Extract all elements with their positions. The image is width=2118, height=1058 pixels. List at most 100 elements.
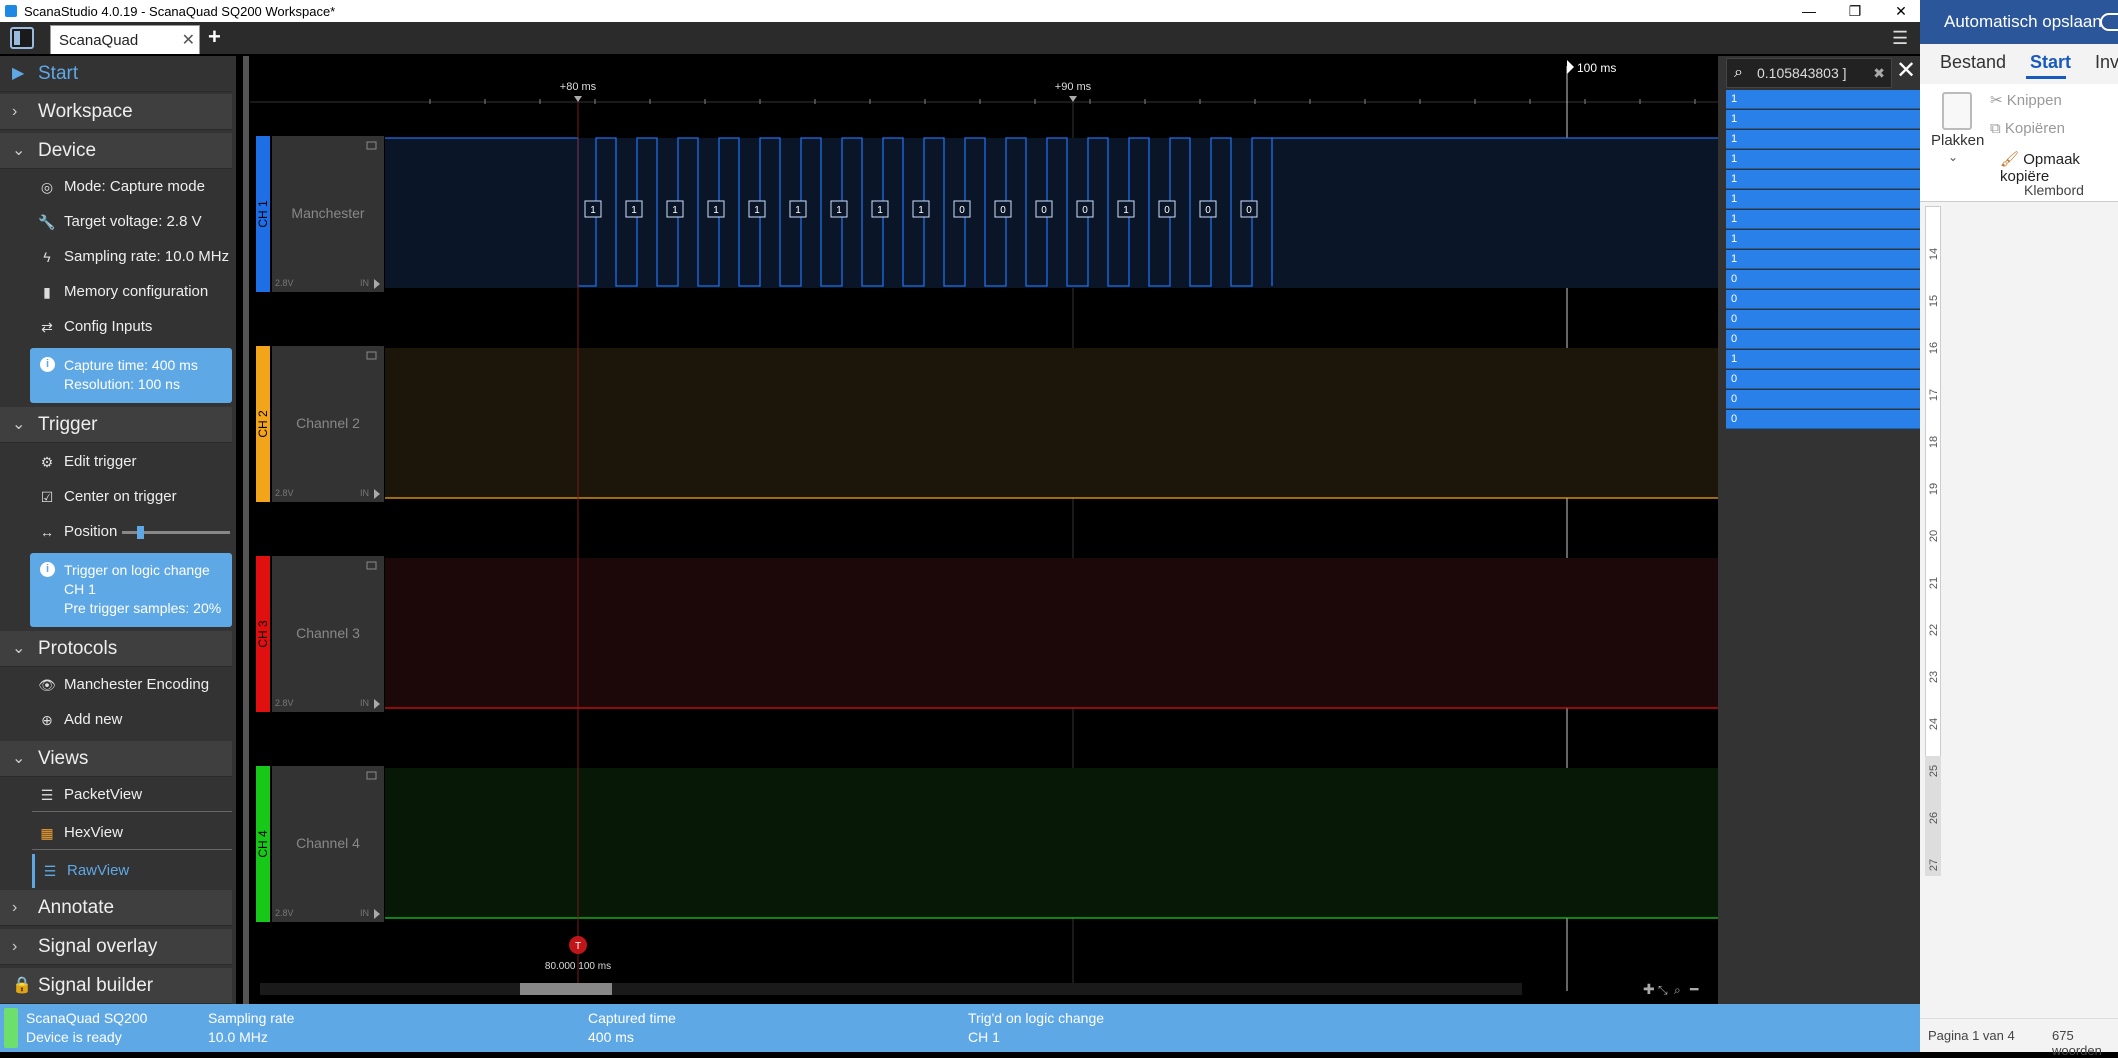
raw-row[interactable]: 1 [1726,210,1920,229]
decoded-bit-label: 0 [1041,205,1047,216]
scrollbar-thumb[interactable] [520,983,612,995]
maximize-button[interactable]: ❐ [1832,1,1878,21]
raw-row[interactable]: 0 [1726,290,1920,309]
decoded-bit-label: 1 [590,205,596,216]
waveform-canvas[interactable]: +80 ms +90 ms 100 ms CH 1 Manchester 2.8V IN CH… [250,56,1718,1004]
sampling-status: Sampling rate 10.0 MHz [208,1009,294,1047]
section-protocols[interactable]: ⌄ Protocols [0,631,232,667]
raw-row[interactable]: 1 [1726,150,1920,169]
ruler-number: 16 [1928,341,1940,355]
packet-view-item[interactable]: ☰ PacketView [32,778,232,812]
zoom-out-icon[interactable]: ━ [1689,982,1699,998]
minimize-button[interactable]: — [1786,1,1832,21]
center-on-trigger-item[interactable]: ☑ Center on trigger [32,480,232,514]
cursor-label: 100 ms [1577,61,1616,75]
word-count[interactable]: 675 woorden [2052,1028,2118,1058]
horizontal-scrollbar[interactable] [260,983,1522,995]
manchester-protocol-item[interactable]: 👁 Manchester Encoding [32,668,232,702]
section-label: Protocols [38,638,118,659]
device-mode-item[interactable]: ◎ Mode: Capture mode [32,170,232,204]
raw-row[interactable]: 0 [1726,270,1920,289]
tab-start[interactable]: Start [2030,52,2071,73]
raw-row[interactable]: 1 [1726,110,1920,129]
raw-row[interactable]: 1 [1726,190,1920,209]
raw-row[interactable]: 0 [1726,390,1920,409]
clipboard-icon[interactable] [1942,92,1972,130]
raw-row[interactable]: 0 [1726,410,1920,429]
zoom-search-icon[interactable]: ⌕ [1674,983,1681,997]
raw-search-field[interactable]: ⌕ 0.105843803 ] ✖ [1726,58,1892,88]
waveform-view[interactable]: +80 ms +90 ms 100 ms CH 1 Manchester 2.8V IN CH… [250,56,1718,1004]
page-status[interactable]: Pagina 1 van 4 [1928,1028,2015,1043]
device-state: Device is ready [26,1029,122,1045]
add-protocol-item[interactable]: ⊕ Add new [32,703,232,737]
autosave-bar: Automatisch opslaan [1920,0,2118,44]
section-device[interactable]: ⌄ Device [0,133,232,169]
copy-button[interactable]: ⧉ Kopiëren [1990,120,2065,137]
ruler-number: 14 [1928,247,1940,261]
chevron-right-icon: › [12,899,18,916]
config-inputs-item[interactable]: ⇄ Config Inputs [32,310,232,344]
format-painter-button[interactable]: 🖌 Opmaak kopiëre [2000,150,2118,185]
section-signal-builder[interactable]: 🔒 Signal builder [0,968,232,1004]
raw-row[interactable]: 1 [1726,170,1920,189]
raw-row[interactable]: 1 [1726,130,1920,149]
section-signal-overlay[interactable]: › Signal overlay [0,929,232,965]
brush-icon: 🖌 [2000,151,2020,168]
edit-trigger-item[interactable]: ⚙ Edit trigger [32,445,232,479]
position-slider-thumb[interactable] [137,526,144,539]
sidebar-scrollbar[interactable] [243,56,249,1004]
section-annotate[interactable]: › Annotate [0,890,232,926]
close-panel-icon[interactable]: ✕ [1896,56,1916,85]
target-voltage-item[interactable]: 🔧 Target voltage: 2.8 V [32,205,232,239]
tab-bestand[interactable]: Bestand [1940,52,2006,73]
checkbox-icon[interactable]: ☑ [38,480,56,514]
chevron-down-icon[interactable]: ⌄ [1948,150,1958,164]
play-icon: ▶ [12,65,25,82]
item-label: Add new [64,711,123,728]
zoom-in-icon[interactable]: ✚ [1643,982,1655,998]
raw-row[interactable]: 1 [1726,230,1920,249]
raw-row[interactable]: 1 [1726,90,1920,109]
hex-view-item[interactable]: ▦ HexView [32,816,232,850]
workspace-tab-bar: ScanaQuad SQ200... ✕ + ☰ [0,22,1920,78]
channel-name: Channel 4 [296,835,360,851]
item-label: Mode: Capture mode [64,178,205,195]
memory-config-item[interactable]: ▮ Memory configuration [32,275,232,309]
raw-view-item[interactable]: ☰ RawView [32,854,232,888]
close-tab-icon[interactable]: ✕ [182,26,195,55]
decoded-bit-label: 1 [918,205,924,216]
start-button[interactable]: ▶ Start [0,56,232,92]
position-slider-track[interactable] [122,526,230,539]
section-workspace[interactable]: › Workspace [0,94,232,130]
raw-row[interactable]: 0 [1726,330,1920,349]
channel-name: Manchester [291,205,364,221]
section-views[interactable]: ⌄ Views [0,741,232,777]
workspace-home-icon[interactable] [10,27,34,49]
add-tab-button[interactable]: + [208,24,221,50]
chevron-right-icon: › [12,938,18,955]
zoom-fit-icon[interactable]: ⤡ [1658,983,1668,997]
eye-icon[interactable]: 👁 [38,668,56,702]
trigger-type-text: Trigger on logic change [64,562,210,578]
close-window-button[interactable]: ✕ [1878,1,1924,21]
paste-button[interactable]: Plakken [1931,132,1984,149]
raw-row[interactable]: 0 [1726,370,1920,389]
workspace-tab[interactable]: ScanaQuad SQ200... ✕ [50,25,200,78]
raw-row[interactable]: 1 [1726,250,1920,269]
clear-search-icon[interactable]: ✖ [1873,59,1885,87]
settings-sliders-icon[interactable]: ☰ [1892,28,1908,49]
tab-invoegen[interactable]: Invo [2095,52,2118,73]
sampling-rate-item[interactable]: ϟ Sampling rate: 10.0 MHz [32,240,232,274]
grid-icon: ▦ [40,825,54,841]
section-trigger[interactable]: ⌄ Trigger [0,407,232,443]
cursor-flag-icon[interactable] [1567,60,1574,74]
device-name: ScanaQuad SQ200 [26,1010,148,1026]
item-label: PacketView [64,786,143,803]
autosave-toggle[interactable] [2100,13,2118,31]
section-label: Annotate [38,897,115,918]
raw-row[interactable]: 1 [1726,350,1920,369]
raw-row[interactable]: 0 [1726,310,1920,329]
cut-button[interactable]: ✂ Knippen [1990,91,2062,109]
channel-input-label: IN [360,908,369,918]
